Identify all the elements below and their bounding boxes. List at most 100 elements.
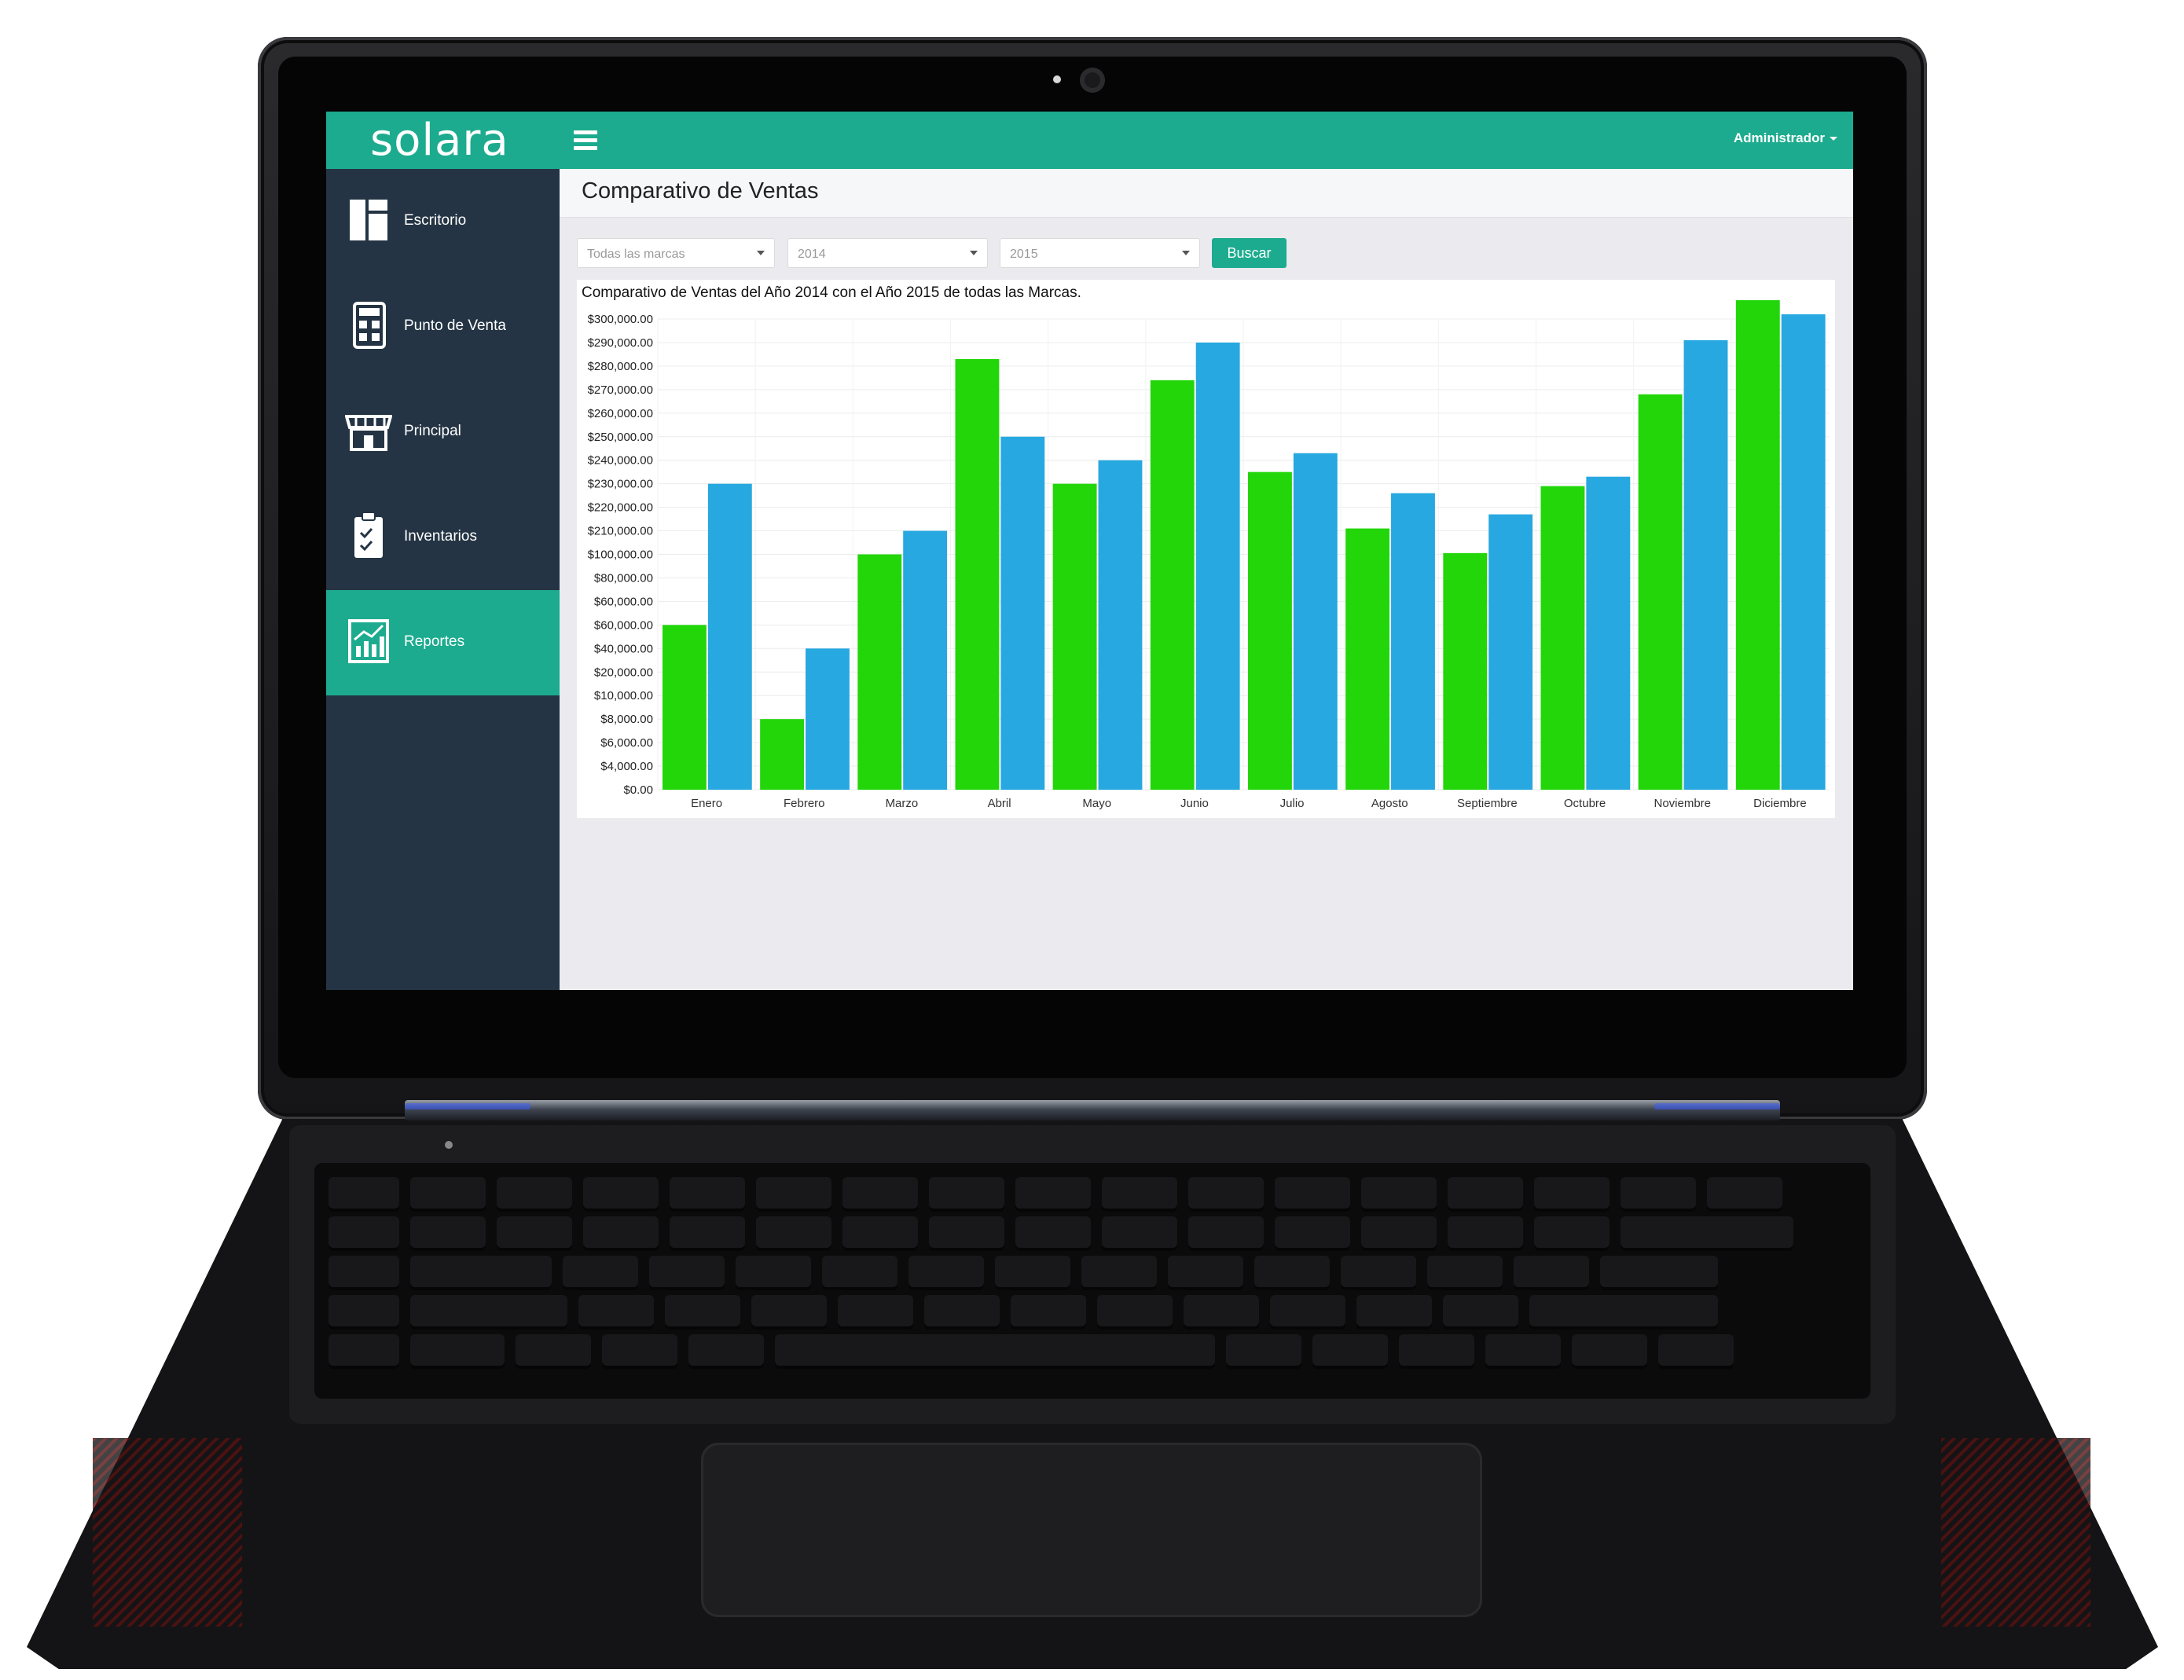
- y-tick-label: $8,000.00: [600, 713, 653, 726]
- brand-select-value: Todas las marcas: [587, 248, 685, 261]
- dropdown-arrow-icon: [757, 251, 765, 255]
- y-tick-label: $60,000.00: [594, 618, 653, 632]
- bar-noviembre-series-1: [1638, 394, 1683, 790]
- bar-octubre-series-1: [1540, 486, 1585, 790]
- hamburger-menu-icon[interactable]: [574, 130, 597, 151]
- clipboard-check-icon: [354, 512, 383, 558]
- sidebar-item-label: Principal: [404, 423, 461, 439]
- year-b-select-value: 2015: [1010, 248, 1038, 261]
- speaker-grille-right: [1941, 1438, 2090, 1627]
- sidebar-item-principal[interactable]: Principal: [326, 380, 560, 485]
- y-tick-label: $100,000.00: [588, 548, 653, 562]
- bar-julio-series-2: [1293, 453, 1338, 790]
- camera-indicator-icon: [1053, 75, 1061, 83]
- bar-chart: $300,000.00 $290,000.00 $280,000.00 $270,00…: [588, 300, 1829, 810]
- laptop-hinge: [405, 1100, 1780, 1121]
- key-row: [329, 1216, 1793, 1248]
- x-tick-label: Mayo: [1082, 797, 1111, 810]
- bar-abril-series-1: [955, 358, 1000, 790]
- bar-abril-series-2: [1000, 436, 1045, 790]
- y-tick-label: $40,000.00: [594, 642, 653, 655]
- dropdown-arrow-icon: [970, 251, 978, 255]
- y-tick-label: $230,000.00: [588, 478, 653, 491]
- bar-enero-series-1: [663, 625, 707, 790]
- bar-marzo-series-1: [857, 554, 902, 790]
- x-tick-label: Diciembre: [1753, 797, 1807, 810]
- calculator-icon: [353, 302, 386, 349]
- touchpad: [701, 1443, 1482, 1617]
- x-tick-label: Noviembre: [1654, 797, 1711, 810]
- bar-septiembre-series-2: [1488, 514, 1533, 790]
- bar-junio-series-1: [1150, 380, 1195, 790]
- bar-marzo-series-2: [903, 530, 948, 790]
- x-tick-label: Marzo: [886, 797, 919, 810]
- year-a-select-value: 2014: [798, 248, 826, 261]
- chart-panel: Comparativo de Ventas del Año 2014 con e…: [577, 280, 1835, 818]
- x-tick-label: Abril: [988, 797, 1011, 810]
- bar-mayo-series-2: [1098, 460, 1143, 790]
- x-tick-label: Septiembre: [1457, 797, 1518, 810]
- y-tick-label: $260,000.00: [588, 407, 653, 420]
- user-menu-label: Administrador: [1733, 130, 1825, 145]
- speaker-grille-left: [93, 1438, 242, 1627]
- y-tick-label: $220,000.00: [588, 501, 653, 515]
- bar-mayo-series-1: [1052, 483, 1097, 790]
- x-tick-label: Julio: [1280, 797, 1305, 810]
- sidebar-item-reportes[interactable]: Reportes: [326, 590, 560, 695]
- app-logo[interactable]: solara: [370, 115, 509, 166]
- y-tick-label: $80,000.00: [594, 571, 653, 585]
- y-tick-label: $20,000.00: [594, 666, 653, 679]
- x-tick-label: Agosto: [1371, 797, 1408, 810]
- key-row: [329, 1256, 1718, 1287]
- sidebar-item-label: Inventarios: [404, 528, 477, 545]
- key-row: [329, 1177, 1782, 1209]
- y-tick-label: $6,000.00: [600, 736, 653, 750]
- x-tick-label: Octubre: [1564, 797, 1606, 810]
- caret-down-icon: [1830, 137, 1837, 141]
- sidebar-item-label: Reportes: [404, 633, 465, 650]
- hinge-light-right: [1654, 1103, 1780, 1110]
- chart-report-icon: [348, 619, 389, 663]
- bar-septiembre-series-1: [1443, 552, 1488, 790]
- storefront-icon: [345, 415, 392, 451]
- x-tick-label: Febrero: [784, 797, 825, 810]
- sidebar-item-inventarios[interactable]: Inventarios: [326, 485, 560, 590]
- bar-agosto-series-2: [1391, 493, 1435, 790]
- sidebar: Escritorio Punto de Venta Principal Inve…: [326, 169, 560, 990]
- bar-febrero-series-1: [760, 719, 805, 790]
- page-header: Comparativo de Ventas: [560, 169, 1853, 218]
- bar-octubre-series-2: [1586, 476, 1631, 790]
- top-navbar: solara Administrador: [326, 112, 1853, 169]
- bar-diciembre-series-2: [1781, 314, 1826, 790]
- user-menu[interactable]: Administrador: [1734, 130, 1837, 146]
- sidebar-item-punto-de-venta[interactable]: Punto de Venta: [326, 274, 560, 380]
- y-tick-label: $290,000.00: [588, 336, 653, 350]
- y-tick-label: $0.00: [623, 783, 653, 797]
- bar-agosto-series-1: [1345, 528, 1390, 790]
- brand-select[interactable]: Todas las marcas: [577, 238, 775, 268]
- y-tick-label: $280,000.00: [588, 360, 653, 373]
- year-a-select[interactable]: 2014: [787, 238, 988, 268]
- y-tick-label: $270,000.00: [588, 383, 653, 397]
- search-button[interactable]: Buscar: [1212, 238, 1287, 268]
- year-b-select[interactable]: 2015: [1000, 238, 1200, 268]
- bar-diciembre-series-1: [1735, 300, 1780, 790]
- power-button-icon: [445, 1141, 453, 1149]
- main-content: Comparativo de Ventas Todas las marcas 2…: [560, 169, 1853, 990]
- y-tick-label: $210,000.00: [588, 525, 653, 538]
- y-tick-label: $250,000.00: [588, 431, 653, 444]
- bar-junio-series-2: [1195, 342, 1240, 790]
- bar-noviembre-series-2: [1683, 339, 1728, 790]
- bar-febrero-series-2: [806, 648, 850, 790]
- y-tick-label: $300,000.00: [588, 313, 653, 326]
- y-tick-label: $60,000.00: [594, 595, 653, 608]
- app-screen: solara Administrador Escritorio Punto de…: [326, 112, 1853, 990]
- y-tick-label: $240,000.00: [588, 454, 653, 468]
- sidebar-item-escritorio[interactable]: Escritorio: [326, 169, 560, 274]
- x-tick-label: Enero: [691, 797, 722, 810]
- dropdown-arrow-icon: [1182, 251, 1190, 255]
- hinge-light-left: [405, 1103, 530, 1110]
- webcam-icon: [1080, 68, 1105, 93]
- x-tick-label: Junio: [1180, 797, 1209, 810]
- sidebar-item-label: Punto de Venta: [404, 317, 506, 334]
